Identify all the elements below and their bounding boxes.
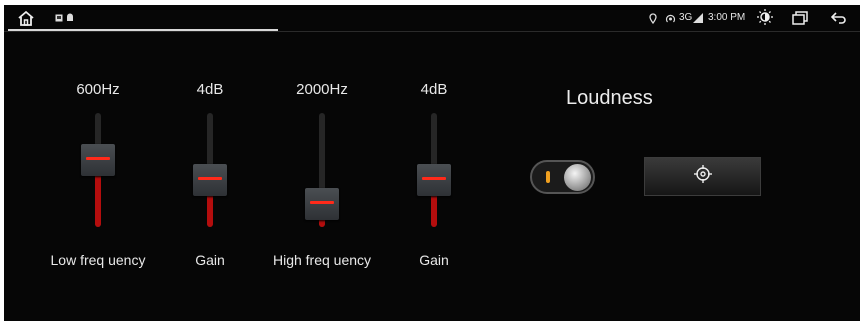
toggle-indicator <box>546 171 550 183</box>
car-display: 3G 3:00 PM 600Hz Low freq uency 4dB Gain… <box>4 5 860 321</box>
slider-thumb[interactable] <box>81 143 115 176</box>
reset-button[interactable] <box>644 157 761 196</box>
status-bar: 3G 3:00 PM <box>4 5 860 32</box>
page-indicator <box>8 29 278 31</box>
back-icon[interactable] <box>830 10 848 26</box>
location-icon <box>648 12 657 24</box>
slider-value: 2000Hz <box>296 81 348 98</box>
slider-value: 4dB <box>196 81 224 98</box>
slider-value: 4dB <box>420 81 448 98</box>
slider-value: 600Hz <box>76 81 120 98</box>
home-icon[interactable] <box>16 9 36 27</box>
network-type: 3G <box>679 12 693 23</box>
slider-label: Gain <box>195 252 225 268</box>
android-icon <box>65 13 74 22</box>
toggle-knob <box>564 164 591 191</box>
status-separator <box>4 31 860 32</box>
slider-label: Gain <box>419 252 449 268</box>
slider-label: High freq uency <box>272 252 372 268</box>
slider-label: Low freq uency <box>50 252 146 268</box>
loudness-toggle[interactable] <box>530 160 595 194</box>
brightness-icon[interactable] <box>756 8 774 26</box>
hotspot-icon <box>664 12 676 24</box>
gallery-icon <box>54 13 63 22</box>
slider-thumb[interactable] <box>417 164 451 197</box>
loudness-title: Loudness <box>566 87 653 109</box>
clock: 3:00 PM <box>708 12 746 23</box>
signal-icon <box>693 13 703 23</box>
slider-thumb[interactable] <box>305 188 339 221</box>
slider-thumb[interactable] <box>193 164 227 197</box>
recent-apps-icon[interactable] <box>791 10 809 26</box>
target-icon <box>693 164 713 189</box>
